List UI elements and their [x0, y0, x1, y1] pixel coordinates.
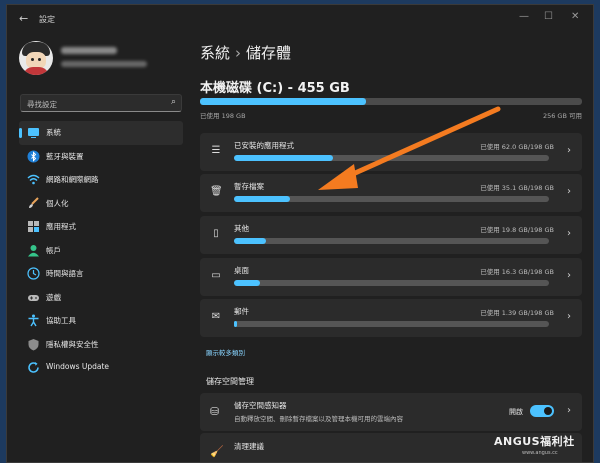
drive-icon: ⛁ — [210, 405, 220, 418]
chevron-right-icon: › — [567, 311, 571, 322]
bluetooth-icon — [27, 150, 40, 163]
file-icon: ▯ — [213, 228, 219, 239]
sidebar-item-label: 帳戶 — [46, 245, 61, 255]
user-email-blurred — [61, 61, 147, 67]
sidebar-item-label: 網路和網際網路 — [46, 175, 99, 184]
category-usage: 已使用 1.39 GB/198 GB — [480, 309, 554, 317]
storage-sense-name: 儲存空間感知器 — [234, 401, 287, 410]
breadcrumb: 系統 › 儲存體 — [200, 42, 291, 63]
category-other[interactable]: ▯ 其他 已使用 19.8 GB/198 GB › — [200, 216, 582, 254]
person-icon — [27, 244, 40, 257]
storage-sense-row[interactable]: ⛁ 儲存空間感知器 自動釋放空間、刪除暫存檔案以及管理本機可用的雲端內容 開啟 … — [200, 393, 582, 431]
category-desktop[interactable]: ▭ 桌面 已使用 16.3 GB/198 GB › — [200, 258, 582, 296]
mail-icon: ✉ — [211, 311, 221, 322]
cleanup-name: 清理建議 — [234, 442, 264, 451]
drive-used-label: 已使用 198 GB — [200, 112, 246, 120]
category-bar — [234, 155, 549, 161]
breadcrumb-separator: › — [235, 44, 242, 62]
category-bar — [234, 280, 549, 286]
chevron-right-icon: › — [567, 186, 571, 197]
drive-free-label: 256 GB 可用 — [542, 112, 582, 120]
sidebar-nav: 系統 藍牙與裝置 網路和網際網路 個人化 應用程式 帳戶 時間與語言 遊戲 協助… — [19, 121, 183, 380]
sidebar-item-label: 藍牙與裝置 — [46, 151, 84, 161]
breadcrumb-parent[interactable]: 系統 — [200, 44, 230, 62]
chevron-right-icon: › — [567, 270, 571, 281]
chevron-right-icon: › — [567, 145, 571, 156]
close-icon[interactable]: ✕ — [571, 11, 579, 22]
chevron-right-icon: › — [567, 228, 571, 239]
maximize-icon[interactable]: ☐ — [544, 11, 553, 22]
drive-title: 本機磁碟 (C:) - 455 GB — [200, 81, 350, 96]
sidebar-item-gaming[interactable]: 遊戲 — [19, 286, 183, 310]
sidebar-item-label: 系統 — [46, 128, 61, 137]
sidebar-item-personalization[interactable]: 個人化 — [19, 192, 183, 216]
search-box[interactable]: 尋找設定 ⌕ — [20, 94, 182, 112]
category-bar — [234, 321, 549, 327]
sidebar-item-label: 時間與語言 — [46, 269, 84, 278]
accessibility-icon — [27, 314, 40, 327]
storage-sense-toggle[interactable] — [530, 405, 554, 417]
sidebar-item-windows-update[interactable]: Windows Update — [19, 356, 183, 380]
back-arrow-icon[interactable]: ← — [19, 12, 28, 25]
search-icon[interactable]: ⌕ — [171, 97, 176, 107]
list-icon: ☰ — [211, 145, 221, 156]
storage-sense-desc: 自動釋放空間、刪除暫存檔案以及管理本機可用的雲端內容 — [234, 415, 403, 423]
sidebar-item-label: 個人化 — [46, 198, 69, 208]
sidebar-item-label: Windows Update — [46, 362, 110, 371]
sidebar-item-time-language[interactable]: 時間與語言 — [19, 262, 183, 286]
page-title: 儲存體 — [246, 44, 292, 62]
category-usage: 已使用 35.1 GB/198 GB — [480, 184, 554, 192]
search-input[interactable]: 尋找設定 — [27, 99, 57, 110]
category-bar — [234, 238, 549, 244]
watermark-url: www.angus.cc — [522, 450, 558, 456]
window-title: 設定 — [39, 15, 55, 24]
category-name: 郵件 — [234, 307, 249, 316]
show-more-categories-link[interactable]: 顯示較多類別 — [206, 347, 245, 357]
gamepad-icon — [27, 291, 40, 304]
toggle-state-label: 開啟 — [509, 408, 523, 416]
chevron-right-icon[interactable]: › — [567, 405, 571, 416]
category-name: 已安裝的應用程式 — [234, 141, 294, 150]
storage-management-heading: 儲存空間管理 — [206, 377, 254, 386]
sidebar-item-label: 應用程式 — [46, 222, 76, 231]
title-bar: ← 設定 — ☐ ✕ — [7, 5, 593, 33]
trash-icon: 🗑 — [210, 186, 223, 197]
category-installed-apps[interactable]: ☰ 已安裝的應用程式 已使用 62.0 GB/198 GB › — [200, 133, 582, 171]
sidebar-item-accessibility[interactable]: 協助工具 — [19, 309, 183, 333]
update-icon — [27, 361, 40, 374]
broom-icon: 🧹 — [210, 445, 224, 458]
sidebar-item-accounts[interactable]: 帳戶 — [19, 239, 183, 263]
sidebar-item-label: 遊戲 — [46, 292, 61, 302]
category-bar — [234, 196, 549, 202]
sidebar-item-privacy-security[interactable]: 隱私權與安全性 — [19, 333, 183, 357]
globe-clock-icon — [27, 267, 40, 280]
drive-usage-bar — [200, 98, 582, 105]
category-usage: 已使用 62.0 GB/198 GB — [480, 143, 554, 151]
settings-window: ← 設定 — ☐ ✕ 尋找設定 ⌕ 系統 藍牙與裝置 網路和網際網路 個人化 應… — [6, 4, 594, 463]
sidebar-item-apps[interactable]: 應用程式 — [19, 215, 183, 239]
shield-icon — [27, 338, 40, 351]
category-name: 暫存檔案 — [234, 182, 264, 191]
category-usage: 已使用 19.8 GB/198 GB — [480, 226, 554, 234]
apps-icon — [27, 220, 40, 233]
minimize-icon[interactable]: — — [519, 11, 529, 22]
sidebar-item-bluetooth[interactable]: 藍牙與裝置 — [19, 145, 183, 169]
sidebar-item-network[interactable]: 網路和網際網路 — [19, 168, 183, 192]
category-usage: 已使用 16.3 GB/198 GB — [480, 268, 554, 276]
avatar — [19, 41, 53, 75]
category-mail[interactable]: ✉ 郵件 已使用 1.39 GB/198 GB › — [200, 299, 582, 337]
sidebar-item-label: 協助工具 — [46, 316, 76, 325]
desktop-icon: ▭ — [211, 270, 221, 281]
brush-icon — [27, 196, 40, 210]
watermark-brand: ANGUS福利社 — [494, 435, 575, 448]
category-name: 其他 — [234, 224, 249, 233]
category-name: 桌面 — [234, 266, 249, 275]
wifi-icon — [27, 173, 40, 186]
sidebar-item-system[interactable]: 系統 — [19, 121, 183, 145]
category-temp-files[interactable]: 🗑 暫存檔案 已使用 35.1 GB/198 GB › — [200, 174, 582, 212]
user-name-blurred — [61, 47, 117, 54]
monitor-icon — [27, 126, 40, 139]
sidebar-item-label: 隱私權與安全性 — [46, 339, 99, 349]
